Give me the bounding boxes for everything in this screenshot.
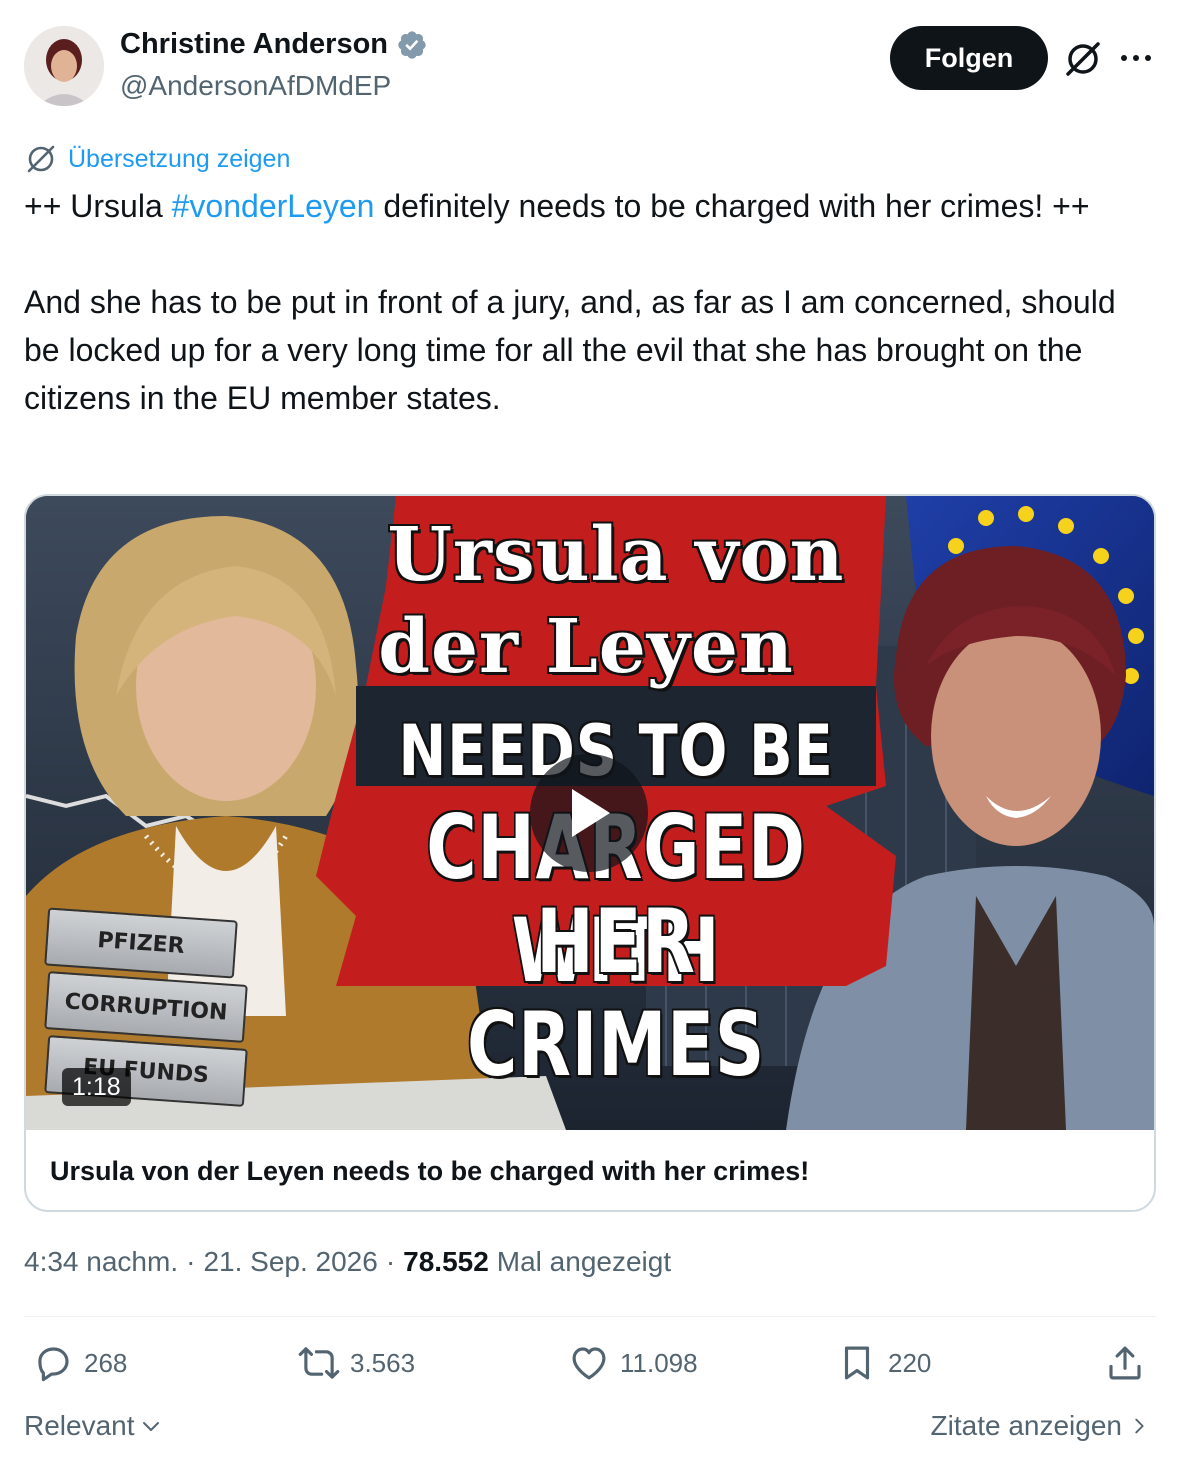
tweet-meta: 4:34 nachm. · 21. Sep. 2026 · 78.552 Mal… [24, 1246, 671, 1278]
author-display-name[interactable]: Christine Anderson [120, 28, 388, 61]
divider [24, 1316, 1156, 1317]
verified-badge-icon [396, 29, 428, 61]
tweet-date[interactable]: 21. Sep. 2026 [203, 1246, 377, 1278]
hashtag-link[interactable]: #vonderLeyen [172, 188, 375, 224]
share-button[interactable] [1104, 1342, 1146, 1384]
chevron-down-icon [142, 1422, 159, 1431]
headline-line: Ursula von [387, 512, 845, 598]
reply-icon [38, 1347, 69, 1382]
reply-button[interactable]: 268 [32, 1342, 127, 1384]
sort-label: Relevant [24, 1410, 135, 1441]
repost-count: 3.563 [350, 1347, 416, 1378]
follow-button[interactable]: Folgen [890, 26, 1048, 90]
bookmark-count: 220 [888, 1347, 932, 1378]
view-quotes-link[interactable]: Zitate anzeigen [931, 1410, 1150, 1442]
translate-icon [27, 145, 55, 173]
author-handle[interactable]: @AndersonAfDMdEP [120, 70, 391, 102]
like-count: 11.098 [620, 1347, 698, 1378]
sort-replies-dropdown[interactable]: Relevant [24, 1410, 163, 1442]
bookmark-icon [844, 1346, 870, 1380]
headline-line: der Leyen [378, 604, 794, 690]
tweet-time[interactable]: 4:34 nachm. [24, 1246, 178, 1278]
reply-count: 268 [84, 1347, 128, 1378]
share-icon [1109, 1346, 1141, 1380]
video-duration-badge: 1:18 [62, 1068, 131, 1106]
play-icon [572, 789, 610, 837]
translate-label[interactable]: Übersetzung zeigen [68, 145, 290, 174]
meta-separator: · [186, 1246, 196, 1277]
views-label: Mal angezeigt [496, 1246, 672, 1277]
avatar[interactable] [24, 26, 104, 106]
bookmark-button[interactable]: 220 [836, 1342, 931, 1384]
heart-icon [572, 1347, 606, 1380]
translate-link[interactable]: Übersetzung zeigen [24, 142, 290, 176]
video-thumbnail[interactable]: Ursula von der Leyen NEEDS TO BE CHARGED… [26, 496, 1154, 1130]
video-card[interactable]: Ursula von der Leyen NEEDS TO BE CHARGED… [24, 494, 1156, 1212]
tweet-text: ++ Ursula #vonderLeyen definitely needs … [24, 182, 1154, 422]
chevron-right-icon [1135, 1418, 1144, 1434]
headline-line: HER CRIMES [466, 890, 766, 1096]
meta-separator: · [385, 1246, 396, 1277]
repost-button[interactable]: 3.563 [298, 1342, 415, 1384]
quotes-label: Zitate anzeigen [930, 1410, 1122, 1441]
grok-icon[interactable] [1062, 38, 1104, 80]
like-button[interactable]: 11.098 [568, 1342, 698, 1384]
repost-icon [298, 1347, 340, 1379]
play-button[interactable] [530, 754, 648, 872]
card-title[interactable]: Ursula von der Leyen needs to be charged… [50, 1156, 809, 1187]
tweet-text-part: ++ Ursula [24, 188, 172, 224]
more-icon[interactable] [1118, 40, 1154, 76]
views-count: 78.552 [403, 1246, 489, 1277]
